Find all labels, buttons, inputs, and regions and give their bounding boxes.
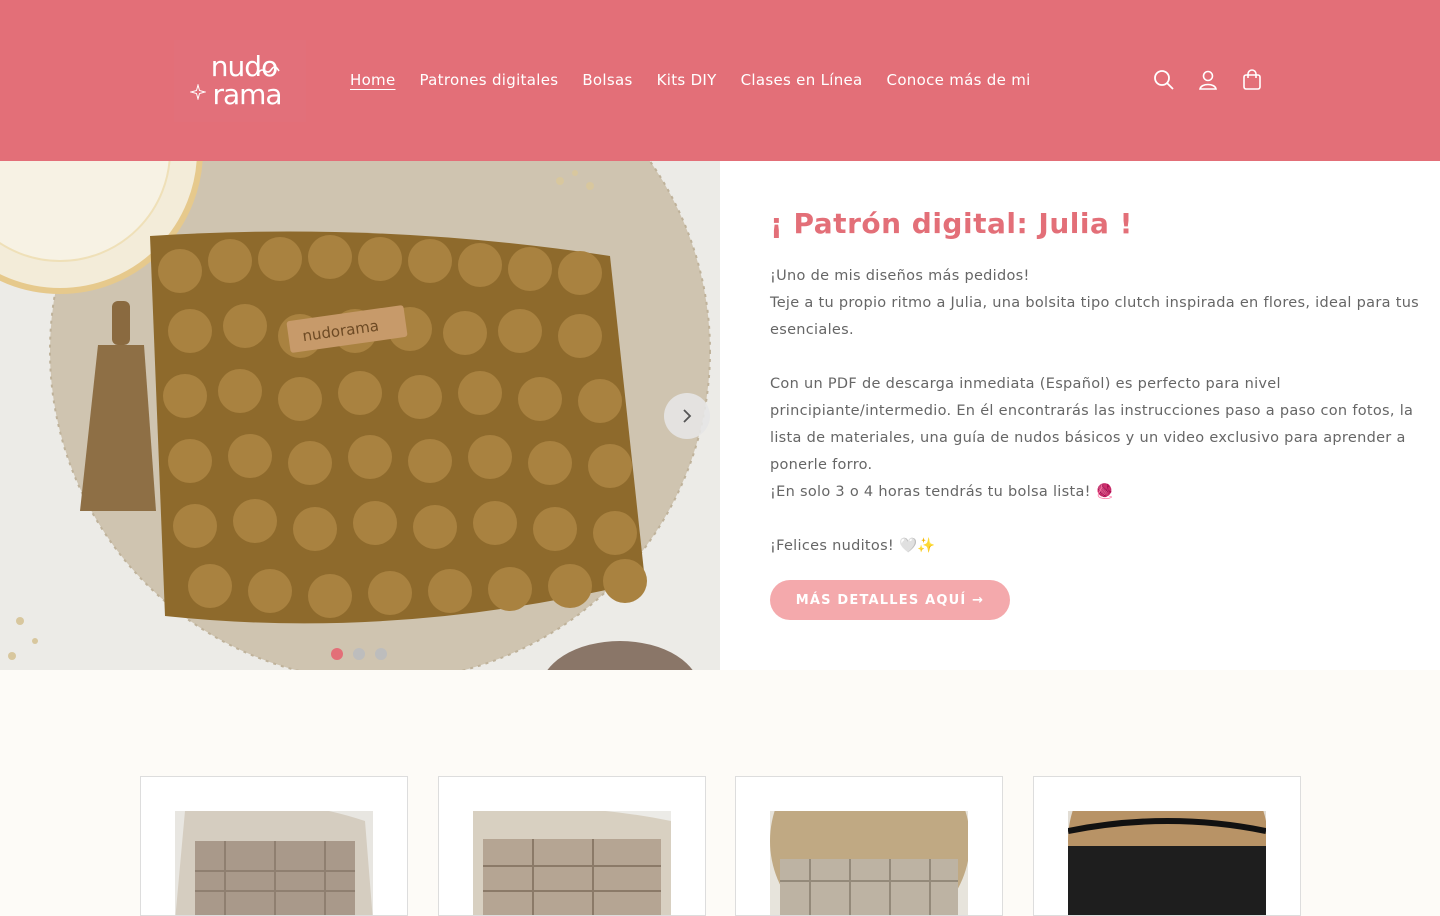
nav-clases-en-linea[interactable]: Clases en Línea	[729, 68, 875, 92]
hero-paragraph	[770, 506, 1440, 533]
slider-dot-2[interactable]	[353, 648, 365, 660]
main-nav: Home Patrones digitales Bolsas Kits DIY …	[338, 68, 1043, 92]
nav-bolsas[interactable]: Bolsas	[570, 68, 644, 92]
product-thumbnail	[473, 811, 671, 915]
hero-title: ¡ Patrón digital: Julia !	[770, 207, 1133, 240]
product-thumbnail	[175, 811, 373, 915]
more-details-button[interactable]: MÁS DETALLES AQUÍ →	[770, 580, 1010, 620]
hero-paragraph: ¡Uno de mis diseños más pedidos!	[770, 268, 1030, 284]
cart-icon[interactable]	[1238, 66, 1266, 94]
slider-pagination	[331, 648, 387, 660]
product-thumbnail	[770, 811, 968, 915]
chevron-right-icon	[683, 409, 692, 423]
brand-logo[interactable]: nudo rama	[174, 40, 306, 122]
slider-next-button[interactable]	[664, 393, 710, 439]
hero-paragraph: Teje a tu propio ritmo a Julia, una bols…	[770, 295, 1420, 338]
product-card[interactable]	[140, 776, 408, 916]
site-header: nudo rama Home Patrones digitales Bolsas…	[0, 0, 1440, 161]
slider-dot-1[interactable]	[331, 648, 343, 660]
hero-paragraph: Con un PDF de descarga inmediata (Españo…	[770, 376, 1414, 473]
search-icon[interactable]	[1150, 66, 1178, 94]
macrame-clutch-photo: nudorama	[0, 161, 720, 670]
product-card[interactable]	[438, 776, 706, 916]
hero-paragraph: ¡En solo 3 o 4 horas tendrás tu bolsa li…	[770, 484, 1115, 500]
hero-slide-image: nudorama	[0, 161, 720, 670]
hero-description: ¡Uno de mis diseños más pedidos! Teje a …	[770, 263, 1440, 560]
hero-paragraph	[770, 344, 1440, 371]
product-card[interactable]	[1033, 776, 1301, 916]
star-doodle-icon	[190, 84, 206, 100]
product-card[interactable]	[735, 776, 1003, 916]
nav-home[interactable]: Home	[338, 68, 408, 92]
product-thumbnail	[1068, 811, 1266, 915]
nav-kits-diy[interactable]: Kits DIY	[645, 68, 729, 92]
slider-dot-3[interactable]	[375, 648, 387, 660]
nav-conoce-mas[interactable]: Conoce más de mi	[875, 68, 1043, 92]
hero-text-panel: ¡ Patrón digital: Julia ! ¡Uno de mis di…	[720, 161, 1440, 670]
nav-patrones-digitales[interactable]: Patrones digitales	[408, 68, 571, 92]
squiggle-icon	[258, 66, 280, 73]
hero-paragraph: ¡Felices nuditos! 🤍✨	[770, 538, 936, 554]
account-icon[interactable]	[1194, 66, 1222, 94]
